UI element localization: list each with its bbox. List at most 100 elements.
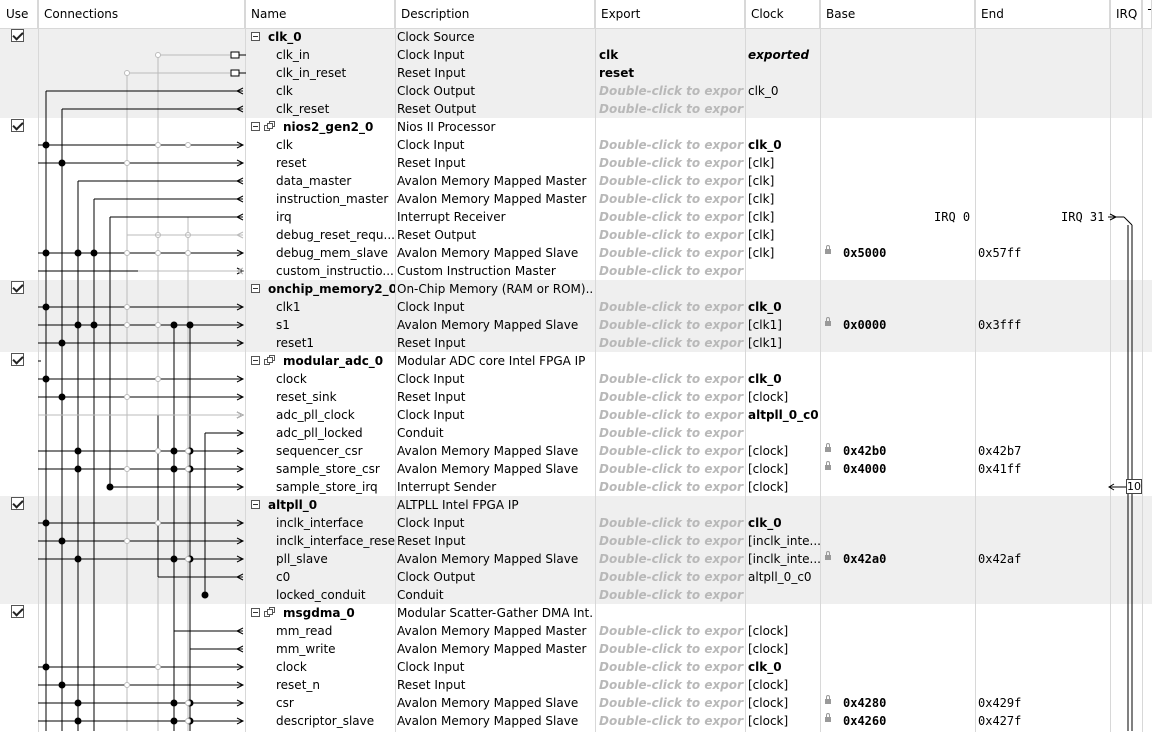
interface-row[interactable]: c0 Clock Output Double-click to export altp…: [0, 568, 1152, 586]
collapse-toggle-icon[interactable]: [251, 356, 260, 365]
component-row[interactable]: clk_0 Clock Source: [0, 28, 1152, 46]
clock-cell[interactable]: [clk]: [748, 208, 820, 226]
lock-icon[interactable]: [825, 551, 831, 560]
column-header-clock[interactable]: Clock: [745, 0, 820, 28]
column-header-description[interactable]: Description: [395, 0, 595, 28]
export-cell[interactable]: Double-click to export: [599, 226, 744, 244]
export-cell[interactable]: Double-click to export: [599, 244, 744, 262]
clock-cell[interactable]: altpll_0_c0: [748, 406, 820, 424]
interface-row[interactable]: reset_n Reset Input Double-click to export…: [0, 676, 1152, 694]
interface-row[interactable]: debug_reset_requ... Reset Output Double-cl…: [0, 226, 1152, 244]
clock-cell[interactable]: [clock]: [748, 442, 820, 460]
interface-row[interactable]: clk Clock Input Double-click to export clk_…: [0, 136, 1152, 154]
interface-row[interactable]: reset Reset Input Double-click to export [c…: [0, 154, 1152, 172]
collapse-toggle-icon[interactable]: [251, 284, 260, 293]
base-address[interactable]: 0x4280: [843, 694, 973, 712]
clock-cell[interactable]: [clock]: [748, 460, 820, 478]
export-cell[interactable]: Double-click to export: [599, 568, 744, 586]
clock-cell[interactable]: [inclk_inte...: [748, 532, 820, 550]
export-cell[interactable]: Double-click to export: [599, 154, 744, 172]
collapse-toggle-icon[interactable]: [251, 500, 260, 509]
interface-row[interactable]: inclk_interface_reset Reset Input Double-c…: [0, 532, 1152, 550]
export-cell[interactable]: Double-click to export: [599, 712, 744, 730]
export-cell[interactable]: Double-click to export: [599, 172, 744, 190]
column-header-end[interactable]: End: [975, 0, 1110, 28]
base-address[interactable]: 0x42a0: [843, 550, 973, 568]
clock-cell[interactable]: [clock]: [748, 694, 820, 712]
interface-row[interactable]: clk1 Clock Input Double-click to export clk…: [0, 298, 1152, 316]
irq-number-badge[interactable]: 10: [1126, 479, 1142, 494]
interface-row[interactable]: sequencer_csr Avalon Memory Mapped Slave D…: [0, 442, 1152, 460]
clock-cell[interactable]: exported: [748, 46, 820, 64]
use-checkbox[interactable]: [11, 29, 24, 42]
clock-cell[interactable]: [clock]: [748, 622, 820, 640]
interface-row[interactable]: pll_slave Avalon Memory Mapped Slave Doubl…: [0, 550, 1152, 568]
export-cell[interactable]: Double-click to export: [599, 82, 744, 100]
collapse-toggle-icon[interactable]: [251, 608, 260, 617]
clock-cell[interactable]: [clock]: [748, 640, 820, 658]
collapse-toggle-icon[interactable]: [251, 32, 260, 41]
export-cell[interactable]: Double-click to export: [599, 676, 744, 694]
export-cell[interactable]: Double-click to export: [599, 658, 744, 676]
export-cell[interactable]: Double-click to export: [599, 424, 744, 442]
clock-cell[interactable]: [clk1]: [748, 334, 820, 352]
interface-row[interactable]: clock Clock Input Double-click to export cl…: [0, 370, 1152, 388]
export-cell[interactable]: Double-click to export: [599, 136, 744, 154]
interface-row[interactable]: inclk_interface Clock Input Double-click t…: [0, 514, 1152, 532]
export-cell[interactable]: Double-click to export: [599, 622, 744, 640]
export-cell[interactable]: Double-click to export: [599, 514, 744, 532]
export-cell[interactable]: Double-click to export: [599, 442, 744, 460]
interface-row[interactable]: data_master Avalon Memory Mapped Master Do…: [0, 172, 1152, 190]
interface-row[interactable]: sample_store_irq Interrupt Sender Double-c…: [0, 478, 1152, 496]
lock-icon[interactable]: [825, 695, 831, 704]
clock-cell[interactable]: clk_0: [748, 514, 820, 532]
use-checkbox[interactable]: [11, 605, 24, 618]
clock-cell[interactable]: clk_0: [748, 298, 820, 316]
interface-row[interactable]: clock Clock Input Double-click to export cl…: [0, 658, 1152, 676]
component-row[interactable]: onchip_memory2_0 On-Chip Memory (RAM or R…: [0, 280, 1152, 298]
interface-row[interactable]: s1 Avalon Memory Mapped Slave Double-click…: [0, 316, 1152, 334]
collapse-toggle-icon[interactable]: [251, 122, 260, 131]
clock-cell[interactable]: [clk]: [748, 244, 820, 262]
export-cell[interactable]: Double-click to export: [599, 532, 744, 550]
clock-cell[interactable]: [clk1]: [748, 316, 820, 334]
lock-icon[interactable]: [825, 713, 831, 722]
clock-cell[interactable]: [inclk_inte...: [748, 550, 820, 568]
export-cell[interactable]: Double-click to export: [599, 388, 744, 406]
lock-icon[interactable]: [825, 245, 831, 254]
interface-row[interactable]: adc_pll_locked Conduit Double-click to exp…: [0, 424, 1152, 442]
interface-row[interactable]: instruction_master Avalon Memory Mapped M…: [0, 190, 1152, 208]
column-header-export[interactable]: Export: [595, 0, 745, 28]
clock-cell[interactable]: [clk]: [748, 226, 820, 244]
column-header-use[interactable]: Use: [0, 0, 38, 28]
clock-cell[interactable]: [clock]: [748, 478, 820, 496]
column-header-name[interactable]: Name: [245, 0, 395, 28]
export-cell[interactable]: Double-click to export: [599, 640, 744, 658]
export-cell[interactable]: Double-click to export: [599, 100, 744, 118]
clock-cell[interactable]: [clk]: [748, 172, 820, 190]
export-cell[interactable]: Double-click to export: [599, 694, 744, 712]
lock-icon[interactable]: [825, 461, 831, 470]
interface-row[interactable]: adc_pll_clock Clock Input Double-click to …: [0, 406, 1152, 424]
interface-row[interactable]: clk_in Clock Input clk exported: [0, 46, 1152, 64]
base-address[interactable]: 0x4000: [843, 460, 973, 478]
interface-row[interactable]: clk_in_reset Reset Input reset: [0, 64, 1152, 82]
clock-cell[interactable]: clk_0: [748, 82, 820, 100]
interface-row[interactable]: csr Avalon Memory Mapped Slave Double-clic…: [0, 694, 1152, 712]
clock-cell[interactable]: clk_0: [748, 136, 820, 154]
use-checkbox[interactable]: [11, 281, 24, 294]
column-header-base[interactable]: Base: [820, 0, 975, 28]
export-cell[interactable]: reset: [599, 64, 744, 82]
clock-cell[interactable]: [clock]: [748, 676, 820, 694]
interface-row[interactable]: clk_reset Reset Output Double-click to exp…: [0, 100, 1152, 118]
component-row[interactable]: altpll_0 ALTPLL Intel FPGA IP: [0, 496, 1152, 514]
interface-row[interactable]: debug_mem_slave Avalon Memory Mapped Slav…: [0, 244, 1152, 262]
interface-row[interactable]: custom_instructio... Custom Instruction M…: [0, 262, 1152, 280]
component-row[interactable]: modular_adc_0 Modular ADC core Intel FPGA…: [0, 352, 1152, 370]
lock-icon[interactable]: [825, 317, 831, 326]
use-checkbox[interactable]: [11, 497, 24, 510]
export-cell[interactable]: Double-click to export: [599, 190, 744, 208]
export-cell[interactable]: Double-click to export: [599, 460, 744, 478]
base-address[interactable]: 0x5000: [843, 244, 973, 262]
interface-row[interactable]: descriptor_slave Avalon Memory Mapped Sla…: [0, 712, 1152, 730]
